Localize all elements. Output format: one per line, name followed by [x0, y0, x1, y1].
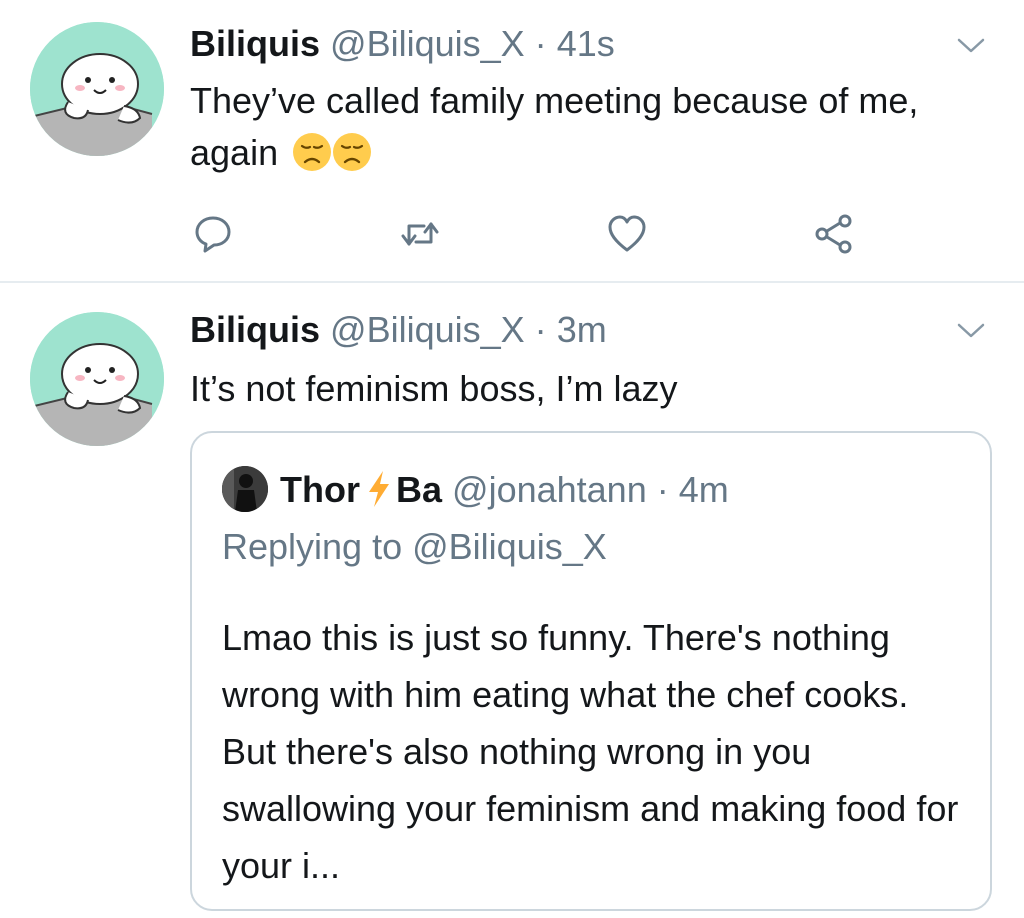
tweet-header: Biliquis @Biliquis_X · 41s: [190, 22, 615, 66]
display-name[interactable]: Biliquis: [190, 309, 320, 350]
separator: ·: [656, 469, 669, 510]
separator: ·: [534, 309, 547, 350]
tweet[interactable]: Biliquis @Biliquis_X · 41s They’ve calle…: [0, 0, 1024, 283]
handle[interactable]: @Biliquis_X: [330, 23, 525, 64]
retweet-icon[interactable]: [398, 212, 442, 256]
avatar-illustration: [30, 312, 164, 446]
replying-to-mention[interactable]: @Biliquis_X: [412, 526, 607, 567]
disappointed-face-icon: [293, 133, 332, 171]
handle[interactable]: @Biliquis_X: [330, 309, 525, 350]
quoted-avatar: [222, 466, 268, 512]
disappointed-face-icon: [333, 133, 372, 171]
chevron-down-icon[interactable]: [956, 321, 986, 341]
quoted-avatar-photo: [222, 466, 268, 512]
reply-icon[interactable]: [191, 212, 235, 256]
display-name[interactable]: Biliquis: [190, 23, 320, 64]
tweet-text: They’ve called family meeting because of…: [190, 75, 990, 179]
avatar-illustration: [30, 22, 164, 156]
share-icon[interactable]: [812, 212, 856, 256]
quoted-display-name-start[interactable]: Thor: [280, 469, 360, 510]
timestamp[interactable]: 3m: [557, 309, 607, 350]
tweet-actions: [0, 212, 1024, 256]
quoted-timestamp[interactable]: 4m: [679, 469, 729, 510]
replying-to-label: Replying to: [222, 526, 403, 567]
quoted-tweet-text: Lmao this is just so funny. There's noth…: [222, 617, 959, 886]
avatar[interactable]: [30, 22, 164, 156]
timestamp[interactable]: 41s: [557, 23, 615, 64]
quoted-tweet[interactable]: Thor Ba @jonahtann · 4m Replying to @Bil…: [190, 431, 992, 911]
high-voltage-icon: [368, 471, 389, 507]
quoted-display-name-end[interactable]: Ba: [396, 469, 442, 510]
quoted-tweet-header: Thor Ba @jonahtann · 4m: [222, 466, 729, 512]
replying-to: Replying to @Biliquis_X: [222, 525, 607, 569]
avatar[interactable]: [30, 312, 164, 446]
heart-icon[interactable]: [605, 212, 649, 256]
separator: ·: [534, 23, 547, 64]
tweet[interactable]: Biliquis @Biliquis_X · 3m It’s not femin…: [0, 283, 1024, 918]
tweet-text: It’s not feminism boss, I’m lazy: [190, 368, 678, 409]
tweet-header: Biliquis @Biliquis_X · 3m: [190, 308, 607, 352]
chevron-down-icon[interactable]: [956, 36, 986, 56]
quoted-handle[interactable]: @jonahtann: [452, 469, 647, 510]
